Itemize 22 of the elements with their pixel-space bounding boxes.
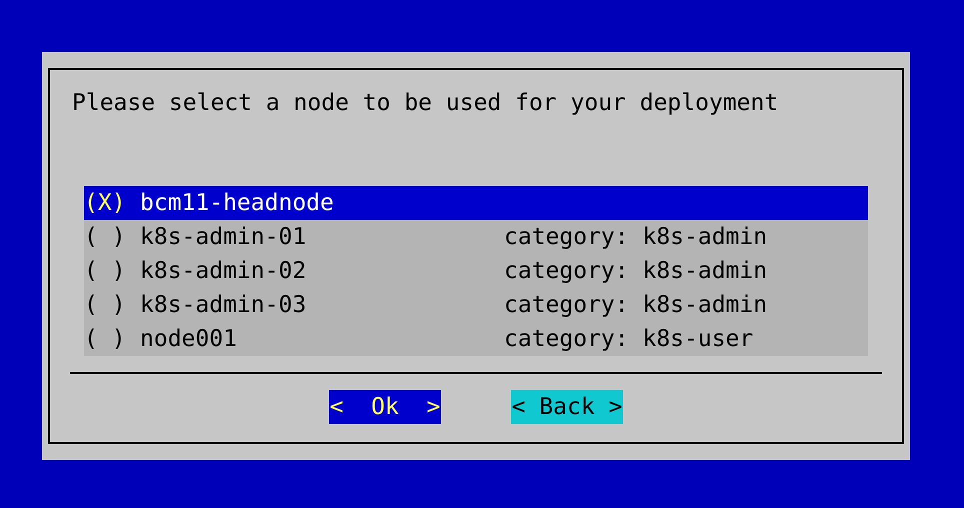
node-category: category: k8s-user	[504, 325, 754, 354]
node-list-item[interactable]: ( ) node001 category: k8s-user	[84, 322, 868, 356]
dialog-prompt: Please select a node to be used for your deployment	[72, 89, 780, 118]
node-list-item[interactable]: ( ) k8s-admin-03 category: k8s-admin	[84, 288, 868, 322]
node-list-item[interactable]: ( ) k8s-admin-02 category: k8s-admin	[84, 254, 868, 288]
node-name: node001	[140, 325, 238, 354]
radio-marker[interactable]: ( )	[84, 322, 140, 356]
node-category: category: k8s-admin	[504, 223, 768, 252]
radio-marker[interactable]: ( )	[84, 254, 140, 288]
node-name: bcm11-headnode	[140, 189, 335, 218]
node-name: k8s-admin-02	[140, 257, 308, 286]
dialog-button[interactable]: < Back >	[511, 390, 623, 424]
node-category: category: k8s-admin	[504, 291, 768, 320]
node-name: k8s-admin-01	[140, 223, 308, 252]
node-category: category: k8s-admin	[504, 257, 768, 286]
node-list-item[interactable]: (X) bcm11-headnode	[84, 186, 868, 220]
radio-marker[interactable]: (X)	[84, 186, 140, 220]
radio-marker[interactable]: ( )	[84, 220, 140, 254]
dialog-button[interactable]: < Ok >	[329, 390, 441, 424]
radio-marker[interactable]: ( )	[84, 288, 140, 322]
node-list-item[interactable]: ( ) k8s-admin-01 category: k8s-admin	[84, 220, 868, 254]
node-name: k8s-admin-03	[140, 291, 308, 320]
